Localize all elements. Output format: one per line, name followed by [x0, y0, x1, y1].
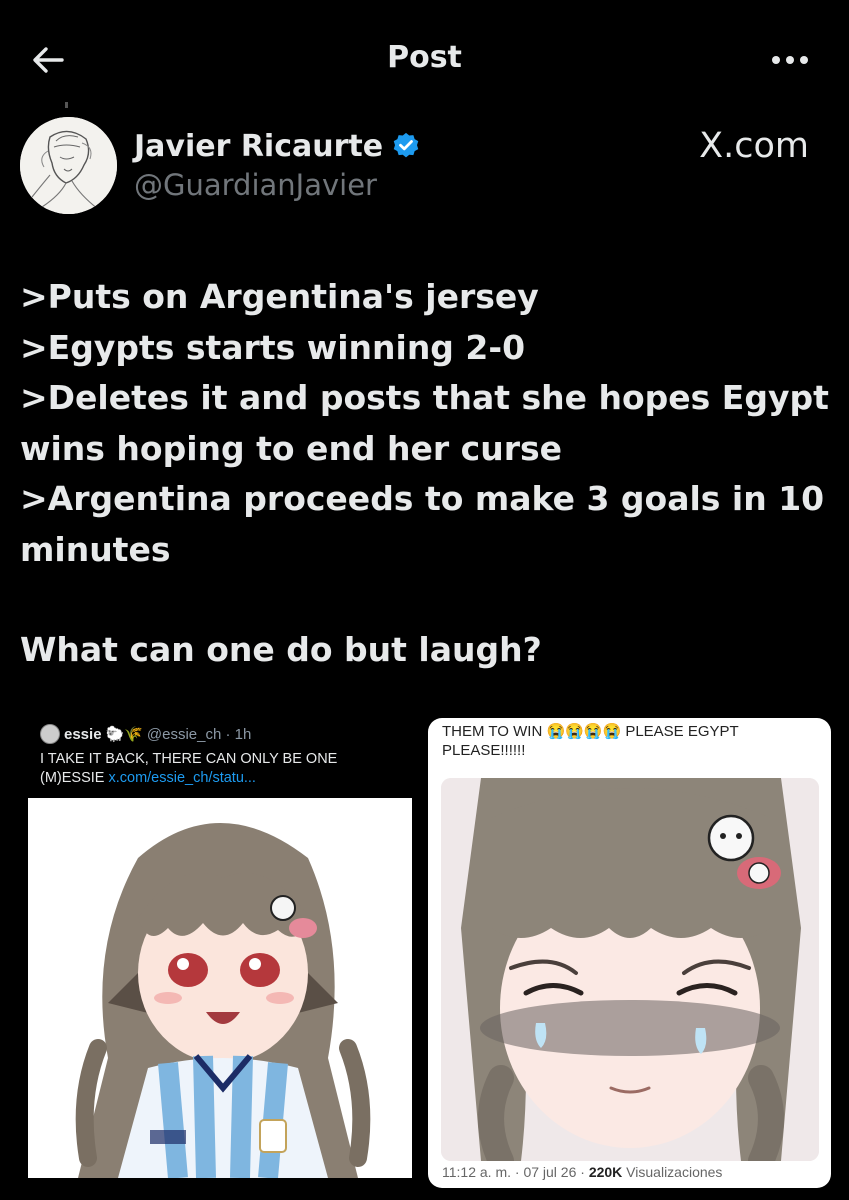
- author-info: Javier Ricaurte @GuardianJavier: [134, 126, 421, 202]
- embedded-avatar: [40, 724, 60, 744]
- more-horizontal-icon: [772, 56, 808, 64]
- embedded-handle-time: @essie_ch · 1h: [146, 725, 252, 743]
- author-avatar[interactable]: [20, 117, 117, 214]
- post-line: >Deletes it and posts that she hopes Egy…: [20, 378, 829, 417]
- crying-anime-girl-illustration: [441, 778, 819, 1161]
- page-title: Post: [387, 40, 462, 75]
- embedded-author-name: essie: [64, 725, 102, 743]
- post-text: >Puts on Argentina's jersey >Egypts star…: [20, 272, 829, 676]
- media-image-left[interactable]: essie 🐑🌾 @essie_ch · 1h I TAKE IT BACK, …: [28, 718, 412, 1178]
- embedded-post-header: essie 🐑🌾 @essie_ch · 1h I TAKE IT BACK, …: [28, 718, 412, 798]
- quoted-post-time: 11:12 a. m. · 07 jul 26 ·: [442, 1164, 589, 1180]
- author-name[interactable]: Javier Ricaurte: [134, 129, 383, 164]
- sketch-portrait-image: [20, 117, 117, 214]
- quoted-post-views-label: Visualizaciones: [622, 1164, 723, 1180]
- author-handle[interactable]: @GuardianJavier: [134, 168, 421, 202]
- quoted-post-text: THEM TO WIN 😭😭😭😭 PLEASE EGYPT PLEASE!!!!…: [442, 723, 739, 759]
- source-label: X.com: [699, 126, 809, 166]
- divider-mark: [65, 102, 68, 108]
- media-image-right[interactable]: THEM TO WIN 😭😭😭😭 PLEASE EGYPT PLEASE!!!!…: [428, 718, 831, 1188]
- quoted-post-footer: 11:12 a. m. · 07 jul 26 · 220K Visualiza…: [442, 1164, 722, 1180]
- paragraph-break: [20, 575, 820, 625]
- post-line: minutes: [20, 529, 171, 569]
- post-line: >Egypts starts winning 2-0: [20, 327, 526, 367]
- verified-badge-icon: [393, 132, 419, 158]
- more-options-button[interactable]: [769, 48, 811, 72]
- quoted-post-views: 220K: [588, 1164, 623, 1180]
- embedded-post-text: I TAKE IT BACK, THERE CAN ONLY BE ONE (M…: [40, 750, 400, 788]
- embedded-name-emoji: 🐑🌾: [105, 726, 143, 743]
- anime-girl-jersey-illustration: [28, 798, 412, 1178]
- embedded-link: x.com/essie_ch/statu...: [108, 770, 256, 786]
- quoted-post-image: [441, 778, 819, 1161]
- post-line: >Puts on Argentina's jersey: [20, 277, 539, 316]
- embedded-post-meta: essie 🐑🌾 @essie_ch · 1h: [40, 724, 251, 744]
- post-line: >Argentina proceeds to make 3 goals in 1…: [20, 479, 825, 518]
- post-closing-line: What can one do but laugh?: [20, 630, 542, 669]
- top-bar: Post: [0, 0, 849, 120]
- post-line: wins hoping to end her curse: [20, 428, 563, 468]
